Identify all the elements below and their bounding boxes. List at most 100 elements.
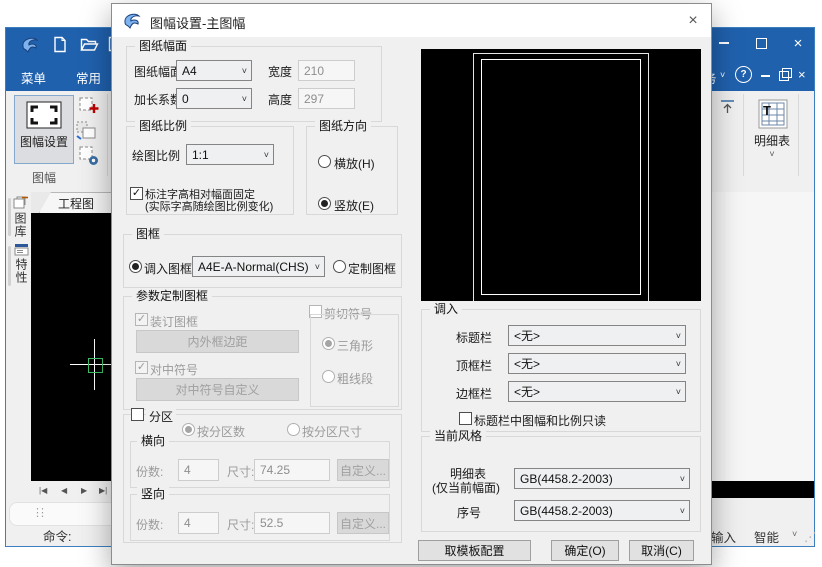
window-minimize-button[interactable] (708, 28, 740, 58)
custom-frame-radio[interactable] (333, 260, 346, 273)
lengthen-factor-select[interactable]: 0 ˅ (176, 88, 252, 109)
serial-style-select[interactable]: GB(4458.2-2003) ˅ (514, 500, 690, 521)
check-icon: ✓ (132, 187, 141, 199)
nav-next-button[interactable]: ▶ (81, 486, 87, 495)
triangle-label: 三角形 (337, 337, 373, 354)
draw-scale-select[interactable]: 1:1 ˅ (186, 144, 274, 165)
thick-segment-label: 粗线段 (337, 370, 373, 387)
chevron-down-icon: ˅ (746, 149, 798, 159)
width-label: 宽度 (268, 63, 292, 80)
right-panel (711, 192, 814, 481)
frame-value: A4E-A-Normal(CHS) (198, 260, 309, 274)
new-file-icon[interactable] (52, 36, 68, 53)
tab-menu[interactable]: 菜单 (21, 68, 46, 87)
draw-scale-label: 绘图比例 (132, 147, 180, 164)
cancel-button[interactable]: 取消(C) (629, 540, 694, 561)
doc-restore-button[interactable] (779, 71, 789, 81)
dialog-close-button[interactable]: × (680, 10, 706, 31)
nav-last-button[interactable]: ▶| (99, 486, 107, 495)
window-close-button[interactable]: × (782, 28, 814, 58)
sidebar-item-library[interactable]: 图库 (12, 212, 29, 238)
v-custom-button[interactable]: 自定义... (337, 512, 389, 534)
v-count-field[interactable]: 4 (178, 512, 219, 534)
title-bar-select[interactable]: <无> ˅ (508, 325, 686, 346)
center-custom-button[interactable]: 对中符号自定义 (136, 378, 299, 401)
chevron-down-icon[interactable]: ˅ (792, 529, 797, 539)
paper-size-select[interactable]: A4 ˅ (176, 60, 252, 81)
nav-first-button[interactable]: |◀ (39, 486, 47, 495)
height-label: 高度 (268, 91, 292, 108)
chevron-down-icon: ˅ (680, 474, 685, 484)
load-frame-radio[interactable] (129, 260, 142, 273)
lengthen-factor-label: 加长系数 (134, 91, 182, 108)
detail-style-label2: (仅当前幅面) (432, 479, 500, 496)
top-frame-select[interactable]: <无> ˅ (508, 353, 686, 374)
h-custom-button[interactable]: 自定义... (337, 459, 389, 481)
chevron-down-icon: ˅ (264, 150, 269, 160)
v-custom-label: 自定义... (340, 515, 386, 532)
doc-close-button[interactable]: × (798, 67, 806, 82)
center-custom-label: 对中符号自定义 (175, 381, 259, 398)
by-size-label: 按分区尺寸 (302, 423, 362, 440)
show-sheet-icon[interactable] (78, 145, 102, 169)
dialog-titlebar: 图幅设置-主图幅 × (112, 4, 711, 37)
side-frame-select[interactable]: <无> ˅ (508, 381, 686, 402)
dimension-align-icon[interactable] (718, 98, 742, 122)
nav-prev-button[interactable]: ◀ (61, 486, 67, 495)
add-sheet-icon[interactable] (78, 95, 102, 119)
detail-table-button[interactable]: T 明细表 ˅ (746, 95, 798, 173)
template-config-button[interactable]: 取模板配置 (418, 540, 531, 561)
copy-sheet-icon[interactable] (75, 120, 99, 144)
maximize-icon (756, 38, 767, 49)
h-size-field[interactable]: 74.25 (254, 459, 330, 481)
command-input-box[interactable]: ⋮ ⋮ (9, 502, 126, 526)
chevron-down-icon[interactable]: ˅ (720, 70, 725, 80)
help-button[interactable]: ? (735, 66, 752, 83)
sheet-setup-button[interactable]: 图幅设置 (14, 95, 74, 164)
resize-grip-icon[interactable]: ⋰ (804, 529, 817, 544)
group-legend: 当前风格 (430, 429, 486, 443)
serial-style-label: 序号 (457, 504, 481, 521)
fixed-text-height-checkbox[interactable]: ✓ (130, 187, 143, 200)
window-maximize-button[interactable] (745, 28, 777, 58)
status-input-toggle[interactable]: 输入 (711, 527, 736, 546)
v-count-label: 份数: (136, 516, 163, 533)
v-size-field[interactable]: 52.5 (254, 512, 330, 534)
height-field[interactable]: 297 (298, 88, 355, 109)
by-count-radio[interactable] (182, 423, 195, 436)
h-count-field[interactable]: 4 (178, 459, 219, 481)
margin-button[interactable]: 内外框边距 (136, 330, 299, 353)
portrait-radio[interactable] (318, 197, 331, 210)
draw-scale-value: 1:1 (192, 148, 209, 162)
sheet-frame-icon (26, 101, 62, 129)
group-legend: 图纸幅面 (135, 39, 191, 53)
by-size-radio[interactable] (287, 423, 300, 436)
margin-button-label: 内外框边距 (187, 333, 247, 350)
status-smart-toggle[interactable]: 智能 (754, 527, 779, 546)
drawing-canvas-bottom (711, 481, 814, 498)
width-field[interactable]: 210 (298, 60, 355, 81)
ok-button[interactable]: 确定(O) (551, 540, 619, 561)
tab-common[interactable]: 常用 (76, 68, 101, 87)
doc-minimize-button[interactable] (761, 75, 770, 77)
thick-segment-radio[interactable] (322, 370, 335, 383)
binding-frame-checkbox[interactable]: ✓ (135, 313, 148, 326)
properties-icon (14, 243, 29, 256)
command-prompt[interactable]: 命令: (43, 526, 71, 545)
frame-select[interactable]: A4E-A-Normal(CHS) ˅ (192, 256, 325, 277)
zone-checkbox[interactable] (131, 408, 144, 421)
tab-drawing[interactable]: 工程图 (39, 192, 113, 213)
center-symbol-checkbox[interactable]: ✓ (135, 361, 148, 374)
open-file-icon[interactable] (80, 38, 99, 52)
triangle-radio[interactable] (322, 337, 335, 350)
landscape-radio[interactable] (318, 155, 331, 168)
group-legend: 横向 (137, 434, 169, 448)
paper-size-group: 图纸幅面 (126, 46, 382, 122)
detail-style-select[interactable]: GB(4458.2-2003) ˅ (514, 468, 690, 489)
ribbon-separator (107, 94, 108, 176)
readonly-checkbox[interactable] (459, 412, 472, 425)
ribbon-separator (798, 94, 799, 176)
dialog-title: 图幅设置-主图幅 (150, 13, 245, 32)
sidebar-item-properties[interactable]: 特性 (13, 258, 30, 284)
chevron-down-icon: ˅ (680, 506, 685, 516)
